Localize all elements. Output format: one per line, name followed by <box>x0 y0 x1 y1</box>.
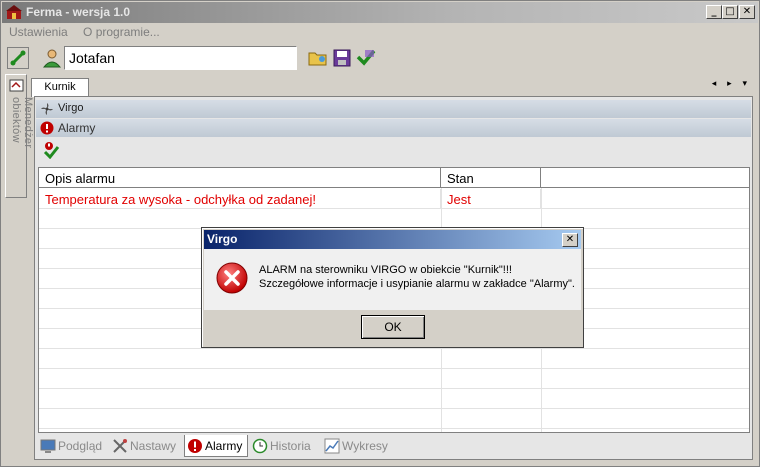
alarm-icon <box>188 439 202 453</box>
table-row[interactable]: Temperatura za wysoka - odchyłka od zada… <box>39 189 749 209</box>
minimize-button[interactable]: _ <box>706 5 722 19</box>
tab-historia-label: Historia <box>270 439 311 453</box>
dialog-close-button[interactable]: ✕ <box>562 233 578 247</box>
save-icon[interactable] <box>331 47 353 69</box>
dialog-message-line-1: ALARM na sterowniku VIRGO w obiekcie "Ku… <box>259 264 512 276</box>
maximize-button[interactable]: □ <box>722 5 738 19</box>
tab-alarmy[interactable]: Alarmy <box>184 435 248 457</box>
object-manager-label: Menedżer obiektów <box>10 97 34 149</box>
menu-item-settings[interactable]: Ustawienia <box>9 25 68 39</box>
clock-icon <box>252 438 268 454</box>
table-row <box>39 209 749 229</box>
alarm-dialog: Virgo ✕ ALARM na sterowniku VIRGO w obie… <box>201 227 584 348</box>
open-folder-icon[interactable] <box>307 47 329 69</box>
error-icon <box>216 262 248 294</box>
table-row <box>39 389 749 409</box>
menu-bar: Ustawienia O programie... <box>5 25 168 43</box>
dialog-title: Virgo <box>207 232 238 246</box>
alarms-header[interactable]: Alarmy <box>36 119 751 137</box>
ok-button[interactable]: OK <box>361 315 425 339</box>
tab-podglad[interactable]: Podgląd <box>38 435 108 457</box>
table-row <box>39 349 749 369</box>
table-row <box>39 409 749 429</box>
tab-nastawy[interactable]: Nastawy <box>110 435 182 457</box>
connect-icon[interactable] <box>7 47 29 69</box>
alarm-state: Jest <box>441 189 541 209</box>
dialog-body: ALARM na sterowniku VIRGO w obiekcie "Ku… <box>204 249 581 310</box>
table-header: Opis alarmu Stan <box>39 168 749 188</box>
column-header-state[interactable]: Stan <box>441 168 541 188</box>
dialog-footer: OK <box>204 310 581 346</box>
acknowledge-alarm-icon[interactable] <box>42 141 60 159</box>
dialog-message: ALARM na sterowniku VIRGO w obiekcie "Ku… <box>259 263 577 291</box>
chart-icon <box>324 438 340 454</box>
toolbar: Jotafan <box>1 43 759 73</box>
user-icon <box>42 49 62 68</box>
table-row <box>39 369 749 389</box>
farm-app-icon <box>6 5 22 19</box>
object-manager-tab[interactable]: Menedżer obiektów <box>5 74 34 198</box>
window-title: Ferma - wersja 1.0 <box>26 5 131 19</box>
bottom-tab-bar: Podgląd Nastawy Alarmy Historia Wykresy <box>38 434 750 458</box>
main-window: Ferma - wersja 1.0 _ □ ✕ Ustawienia O pr… <box>0 0 760 467</box>
dialog-message-line-2: Szczegółowe informacje i usypianie alarm… <box>259 278 575 290</box>
tab-podglad-label: Podgląd <box>58 439 103 453</box>
title-bar[interactable]: Ferma - wersja 1.0 _ □ ✕ <box>2 2 758 23</box>
alarm-description: Temperatura za wysoka - odchyłka od zada… <box>39 189 441 209</box>
column-header-description[interactable]: Opis alarmu <box>39 168 441 188</box>
object-manager-icon <box>9 79 24 92</box>
tab-nastawy-label: Nastawy <box>130 439 177 453</box>
object-tab-strip: Kurnik ◂ ▸ ▾ <box>29 74 759 97</box>
tab-alarmy-label: Alarmy <box>205 439 243 453</box>
tab-wykresy[interactable]: Wykresy <box>322 435 396 457</box>
tab-kurnik[interactable]: Kurnik <box>31 78 89 97</box>
close-button[interactable]: ✕ <box>739 5 755 19</box>
tools-icon <box>113 439 127 453</box>
dialog-title-bar[interactable]: Virgo ✕ <box>204 230 581 249</box>
controller-header[interactable]: Virgo <box>36 100 751 118</box>
confirm-icon[interactable] <box>355 47 377 69</box>
fan-icon <box>41 103 53 115</box>
tab-navigation-arrows[interactable]: ◂ ▸ ▾ <box>712 79 751 89</box>
monitor-icon <box>40 439 56 453</box>
controller-label: Virgo <box>58 102 84 114</box>
tab-wykresy-label: Wykresy <box>342 439 388 453</box>
alarm-icon <box>40 121 54 135</box>
tab-historia[interactable]: Historia <box>250 435 322 457</box>
user-field[interactable]: Jotafan <box>64 46 297 70</box>
alarms-label: Alarmy <box>58 121 96 135</box>
menu-item-about[interactable]: O programie... <box>83 25 160 39</box>
